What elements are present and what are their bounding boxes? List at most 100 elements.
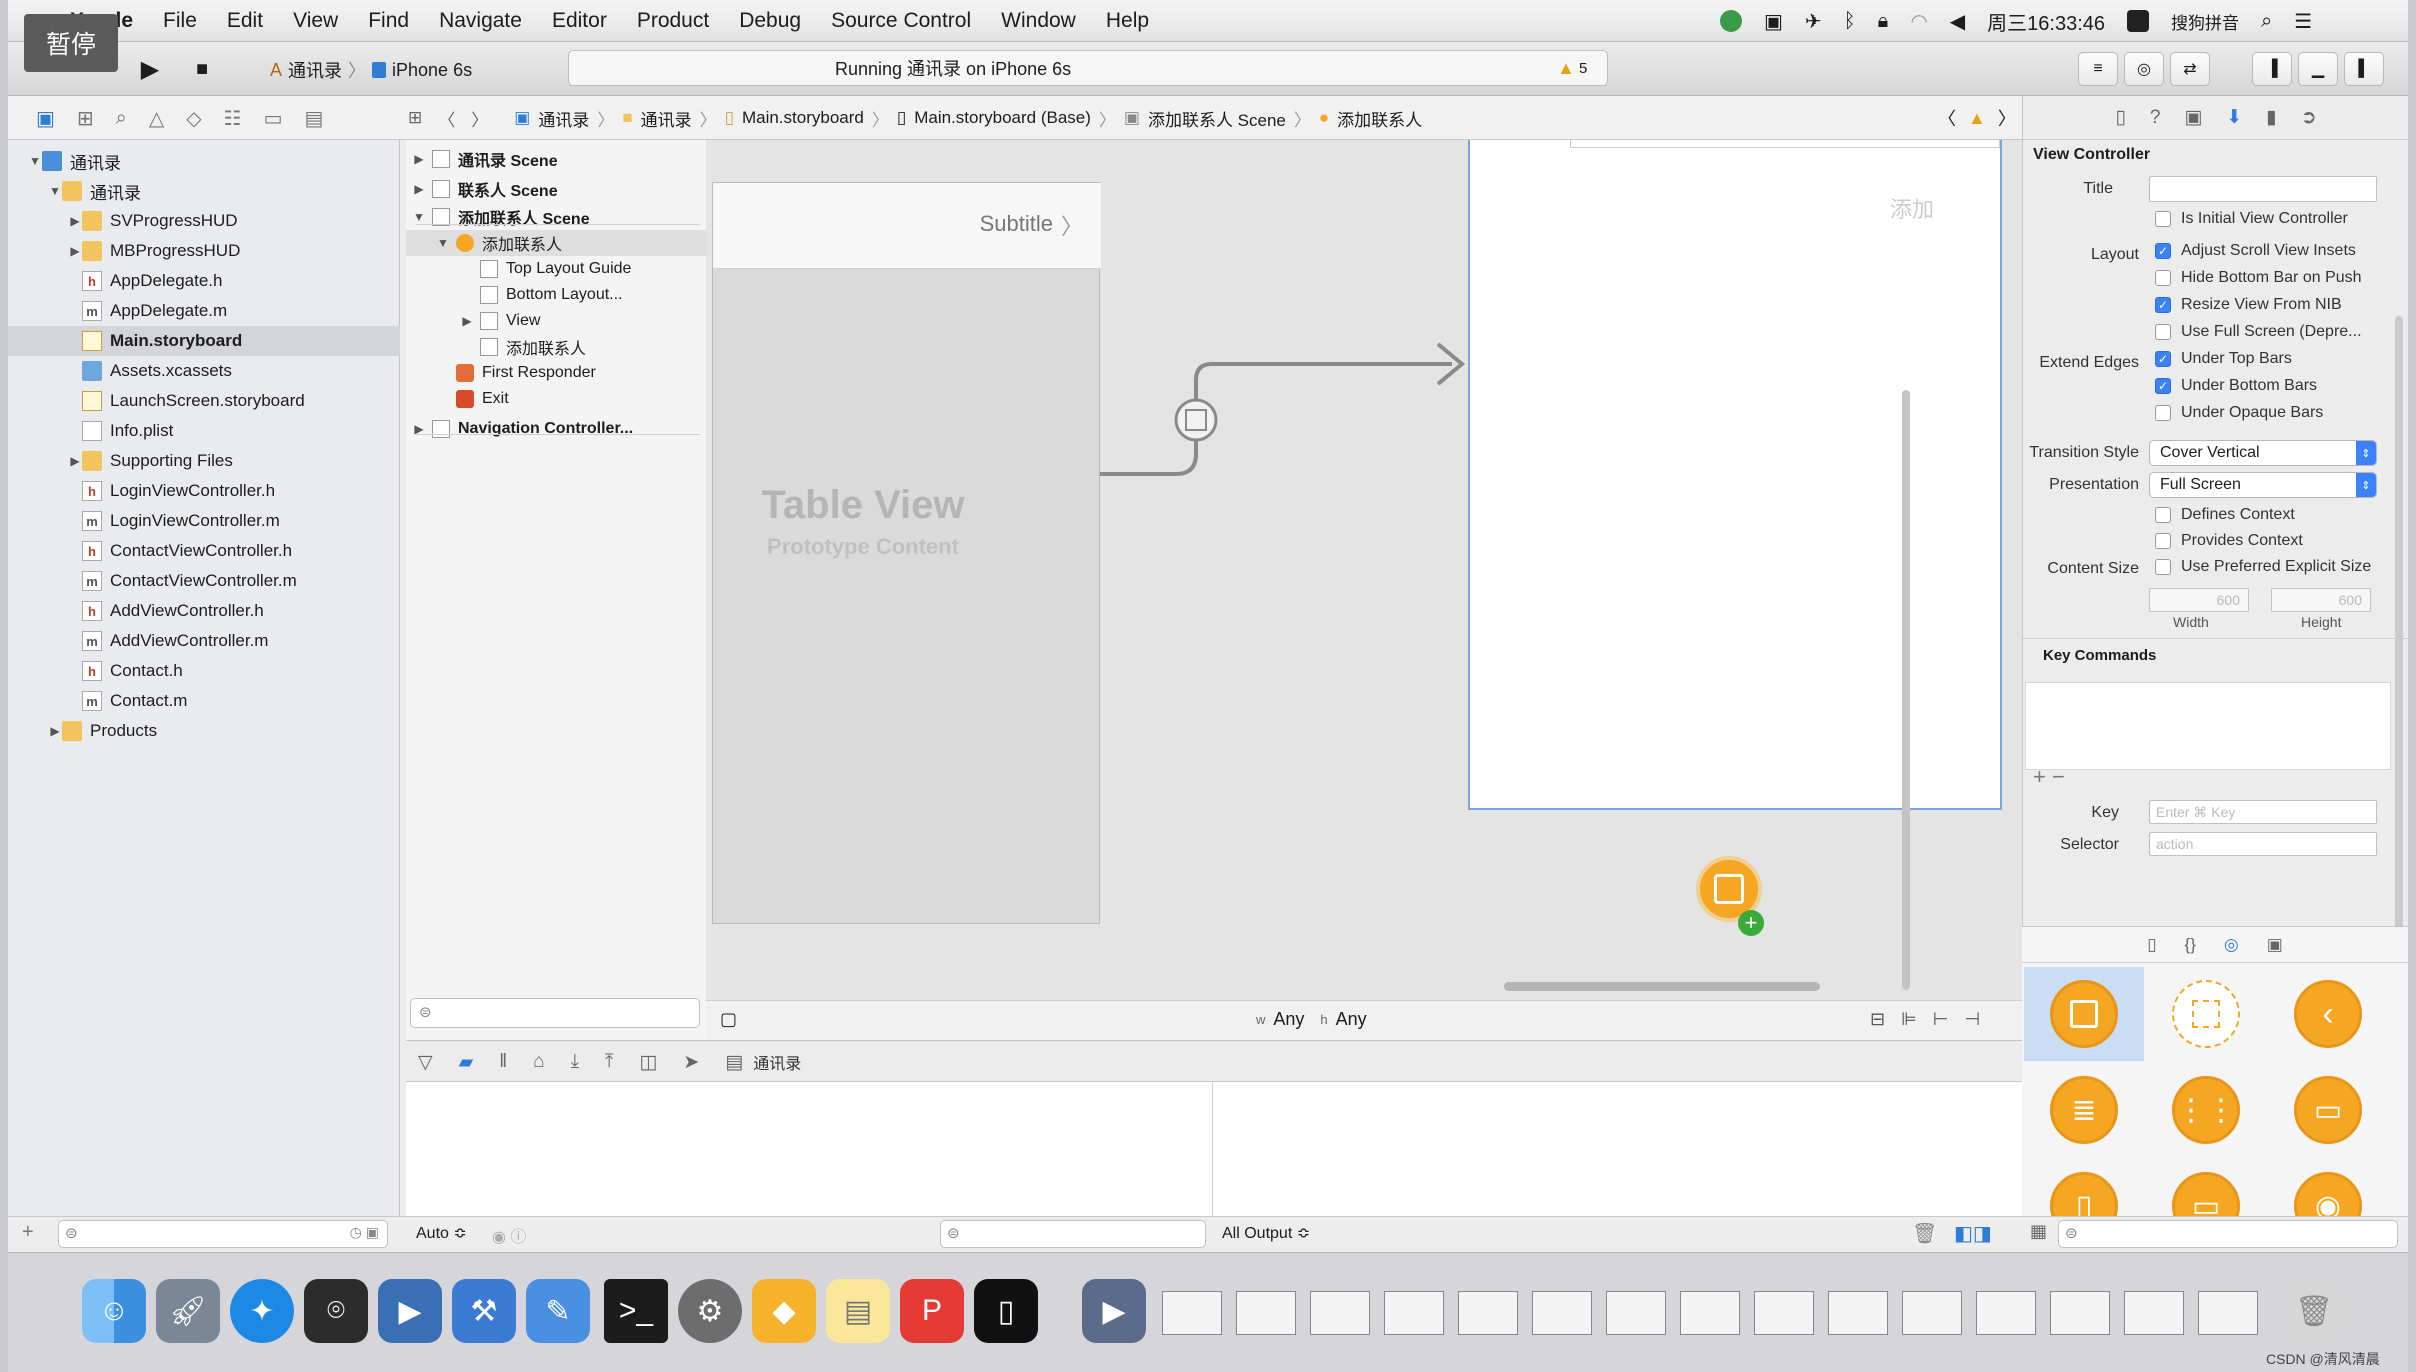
file-inspector-icon[interactable]: ▯ bbox=[2115, 106, 2125, 129]
connections-inspector-icon[interactable]: ➲ bbox=[2301, 106, 2317, 129]
bluetooth-icon[interactable]: ᛒ bbox=[1844, 10, 1856, 33]
stop-button[interactable]: ■ bbox=[184, 52, 220, 86]
menu-view[interactable]: View bbox=[293, 9, 338, 33]
resolve-layout-icon[interactable]: ⊣ bbox=[1964, 1009, 1980, 1030]
disclosure-triangle-icon[interactable]: ▼ bbox=[412, 210, 426, 224]
recent-files-icon[interactable]: ◷ ▣ bbox=[350, 1224, 379, 1241]
breadcrumb-item[interactable]: Main.storyboard (Base) bbox=[914, 108, 1091, 128]
height-class[interactable]: Any bbox=[1336, 1009, 1367, 1030]
notification-center-icon[interactable]: ☰ bbox=[2294, 9, 2312, 34]
media-library-icon[interactable]: ▣ bbox=[2267, 935, 2283, 955]
issue-warning-icon[interactable]: ▲ bbox=[1968, 108, 1986, 129]
navigator-item[interactable]: ▶ MBProgressHUD bbox=[8, 236, 400, 266]
airplane-icon[interactable]: ✈ bbox=[1805, 9, 1822, 34]
navigator-item[interactable]: h AddViewController.h bbox=[8, 596, 400, 626]
storyboard-canvas[interactable]: Subtitle 〉 Table View Prototype Content … bbox=[706, 140, 2022, 1018]
navigator-item[interactable]: m AppDelegate.m bbox=[8, 296, 400, 326]
split-console-icon[interactable]: ◧◨ bbox=[1954, 1221, 1992, 1246]
quick-look-icon[interactable]: ◉ ⓘ bbox=[492, 1223, 526, 1247]
navigator-item[interactable]: m Contact.m bbox=[8, 686, 400, 716]
inspector-checkbox[interactable]: Hide Bottom Bar on Push bbox=[2155, 269, 2362, 287]
quick-help-icon[interactable]: ? bbox=[2150, 107, 2161, 129]
library-view-controller[interactable] bbox=[2024, 967, 2144, 1061]
window-thumbnail[interactable] bbox=[2124, 1291, 2184, 1335]
navigator-item[interactable]: h Contact.h bbox=[8, 656, 400, 686]
step-out-icon[interactable]: ⤒ bbox=[605, 1051, 613, 1073]
identity-inspector-icon[interactable]: ▣ bbox=[2184, 106, 2202, 129]
window-thumbnail[interactable] bbox=[1606, 1291, 1666, 1335]
scheme-selector[interactable]: A 通讯录 〉 iPhone 6s bbox=[270, 54, 472, 86]
navigator-filter-field[interactable]: ⊜ ◷ ▣ bbox=[58, 1220, 388, 1248]
step-over-icon[interactable]: ⌂ bbox=[533, 1051, 544, 1073]
navigator-item[interactable]: m LoginViewController.m bbox=[8, 506, 400, 536]
inspector-checkbox[interactable]: ✓ Adjust Scroll View Insets bbox=[2155, 242, 2356, 260]
window-thumbnail[interactable] bbox=[1976, 1291, 2036, 1335]
inspector-checkbox[interactable]: ✓ Resize View From NIB bbox=[2155, 296, 2342, 314]
code-snippet-icon[interactable]: {} bbox=[2185, 935, 2196, 955]
file-template-icon[interactable]: ▯ bbox=[2147, 935, 2156, 955]
menu-find[interactable]: Find bbox=[368, 9, 409, 33]
navigator-item[interactable]: m ContactViewController.m bbox=[8, 566, 400, 596]
warning-icon[interactable]: ▲ bbox=[1557, 58, 1575, 79]
window-thumbnail[interactable] bbox=[1902, 1291, 1962, 1335]
outline-item[interactable]: ▶ 联系人 Scene bbox=[406, 176, 706, 202]
input-method-label[interactable]: 搜狗拼音 bbox=[2171, 9, 2239, 34]
outline-item[interactable]: ▼ 添加联系人 Scene bbox=[406, 204, 706, 230]
quicktime-icon[interactable]: ▶ bbox=[1082, 1279, 1146, 1343]
breakpoint-navigator-icon[interactable]: ▭ bbox=[264, 106, 283, 131]
imovie-icon[interactable]: ▶ bbox=[378, 1279, 442, 1343]
breakpoints-toggle-icon[interactable]: ▰ bbox=[459, 1051, 474, 1074]
terminal-icon[interactable]: >_ bbox=[604, 1279, 668, 1343]
key-commands-list[interactable] bbox=[2025, 682, 2391, 770]
breadcrumb-item[interactable]: 通讯录 bbox=[538, 106, 589, 131]
disclosure-triangle-icon[interactable]: ▶ bbox=[412, 152, 426, 166]
instruments-icon[interactable]: ✎ bbox=[526, 1279, 590, 1343]
launchpad-icon[interactable]: 🚀︎ bbox=[156, 1279, 220, 1343]
trash-icon[interactable]: 🗑︎ bbox=[2282, 1279, 2346, 1343]
selector-field[interactable]: action bbox=[2149, 832, 2377, 856]
window-thumbnail[interactable] bbox=[1754, 1291, 1814, 1335]
assistant-editor-icon[interactable]: ◎ bbox=[2124, 52, 2164, 86]
xcode-icon[interactable]: ⚒ bbox=[452, 1279, 516, 1343]
presentation-popup[interactable]: Full Screen ⇕ bbox=[2149, 472, 2377, 498]
menu-editor[interactable]: Editor bbox=[552, 9, 607, 33]
console-app-icon[interactable]: ▯ bbox=[974, 1279, 1038, 1343]
outline-item[interactable]: Bottom Layout... bbox=[406, 282, 706, 308]
window-thumbnail[interactable] bbox=[1384, 1291, 1444, 1335]
menu-navigate[interactable]: Navigate bbox=[439, 9, 522, 33]
input-method-icon[interactable] bbox=[2127, 10, 2150, 32]
navigator-item[interactable]: LaunchScreen.storyboard bbox=[8, 386, 400, 416]
embed-stack-icon[interactable]: ⊟ bbox=[1870, 1009, 1885, 1030]
pause-execution-icon[interactable]: ‖ bbox=[499, 1051, 507, 1073]
debug-navigator-icon[interactable]: ☷ bbox=[224, 106, 242, 131]
menu-debug[interactable]: Debug bbox=[739, 9, 801, 33]
navigator-item[interactable]: Assets.xcassets bbox=[8, 356, 400, 386]
outline-item[interactable]: First Responder bbox=[406, 360, 706, 386]
powerpoint-icon[interactable]: P bbox=[900, 1279, 964, 1343]
spotlight-icon[interactable]: ⌕ bbox=[2261, 10, 2272, 33]
pin-icon[interactable]: ⊢ bbox=[1933, 1009, 1949, 1030]
outline-item[interactable]: 添加联系人 bbox=[406, 334, 706, 360]
inspector-checkbox[interactable]: Under Opaque Bars bbox=[2155, 404, 2323, 422]
navigator-item[interactable]: h ContactViewController.h bbox=[8, 536, 400, 566]
outline-item[interactable]: ▶ 通讯录 Scene bbox=[406, 146, 706, 172]
test-navigator-icon[interactable]: ◇ bbox=[186, 106, 201, 131]
outline-item[interactable]: ▶ View bbox=[406, 308, 706, 334]
align-icon[interactable]: ⊫ bbox=[1901, 1009, 1917, 1030]
symbol-navigator-icon[interactable]: ⊞ bbox=[77, 106, 94, 131]
report-navigator-icon[interactable]: ▤ bbox=[305, 106, 324, 131]
related-items-icon[interactable]: ⊞ bbox=[408, 108, 422, 128]
lock-icon[interactable]: 🔒︎ bbox=[1878, 10, 1889, 33]
step-into-icon[interactable]: ⤓ bbox=[571, 1051, 579, 1073]
outline-item[interactable]: Exit bbox=[406, 386, 706, 412]
horizontal-scrollbar[interactable] bbox=[1504, 982, 1820, 991]
library-navigation-controller[interactable]: ‹ bbox=[2268, 967, 2388, 1061]
view-debugger-icon[interactable]: ◫ bbox=[639, 1051, 657, 1074]
disclosure-triangle-icon[interactable]: ▶ bbox=[68, 214, 82, 228]
disclosure-triangle-icon[interactable]: ▼ bbox=[28, 154, 42, 168]
inspector-checkbox[interactable]: ✓ Under Top Bars bbox=[2155, 350, 2292, 368]
navigator-item[interactable]: ▶ Supporting Files bbox=[8, 446, 400, 476]
outline-filter-field[interactable]: ⊜ bbox=[410, 998, 700, 1028]
menu-edit[interactable]: Edit bbox=[227, 9, 263, 33]
window-thumbnail[interactable] bbox=[1828, 1291, 1888, 1335]
